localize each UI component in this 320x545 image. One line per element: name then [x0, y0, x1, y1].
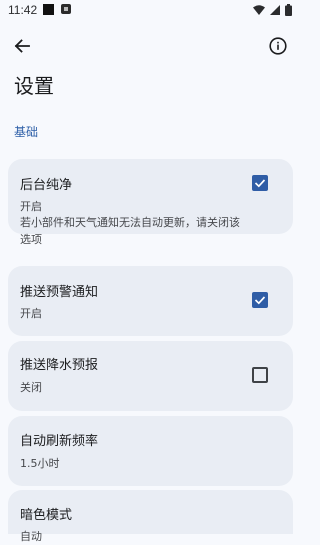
setting-title: 暗色模式 [20, 508, 73, 523]
signal-icon [270, 5, 280, 15]
setting-title: 自动刷新频率 [20, 434, 99, 449]
back-button[interactable] [10, 34, 34, 58]
status-icons [253, 4, 292, 16]
setting-background-clean[interactable]: 后台纯净 开启 若小部件和天气通知无法自动更新，请关闭该选项 [8, 159, 293, 246]
push-alerts-checkbox[interactable] [252, 292, 268, 308]
top-app-bar [0, 26, 300, 64]
checkmark-icon [254, 179, 266, 188]
setting-subtitle: 1.5小时 [20, 457, 60, 470]
setting-title: 推送预警通知 [20, 285, 99, 300]
setting-refresh-frequency[interactable]: 自动刷新频率 1.5小时 [8, 416, 293, 486]
notification-icon [43, 4, 54, 15]
wifi-icon [253, 5, 265, 15]
checkmark-icon [254, 296, 266, 305]
setting-title: 后台纯净 [20, 178, 73, 193]
section-header: 基础 [14, 125, 39, 139]
status-time: 11:42 [8, 3, 38, 17]
setting-subtitle: 自动 [20, 530, 42, 543]
info-button[interactable] [266, 34, 290, 58]
setting-subtitle: 关闭 [20, 381, 42, 394]
battery-icon [285, 4, 292, 16]
arrow-left-icon [14, 39, 30, 53]
page-title: 设置 [14, 74, 54, 98]
background-clean-checkbox[interactable] [252, 175, 268, 191]
setting-title: 推送降水预报 [20, 358, 99, 373]
status-bar: 11:42 [0, 0, 300, 20]
app-notification-icon [61, 4, 71, 14]
setting-subtitle: 开启 [20, 200, 42, 213]
setting-dark-mode[interactable]: 暗色模式 自动 [8, 490, 293, 543]
setting-description: 若小部件和天气通知无法自动更新，请关闭该选项 [20, 216, 240, 246]
setting-subtitle: 开启 [20, 307, 42, 320]
info-icon [269, 37, 287, 55]
push-precipitation-checkbox[interactable] [252, 367, 268, 383]
setting-push-precipitation[interactable]: 推送降水预报 关闭 [8, 341, 293, 411]
setting-push-alerts[interactable]: 推送预警通知 开启 [8, 266, 293, 336]
